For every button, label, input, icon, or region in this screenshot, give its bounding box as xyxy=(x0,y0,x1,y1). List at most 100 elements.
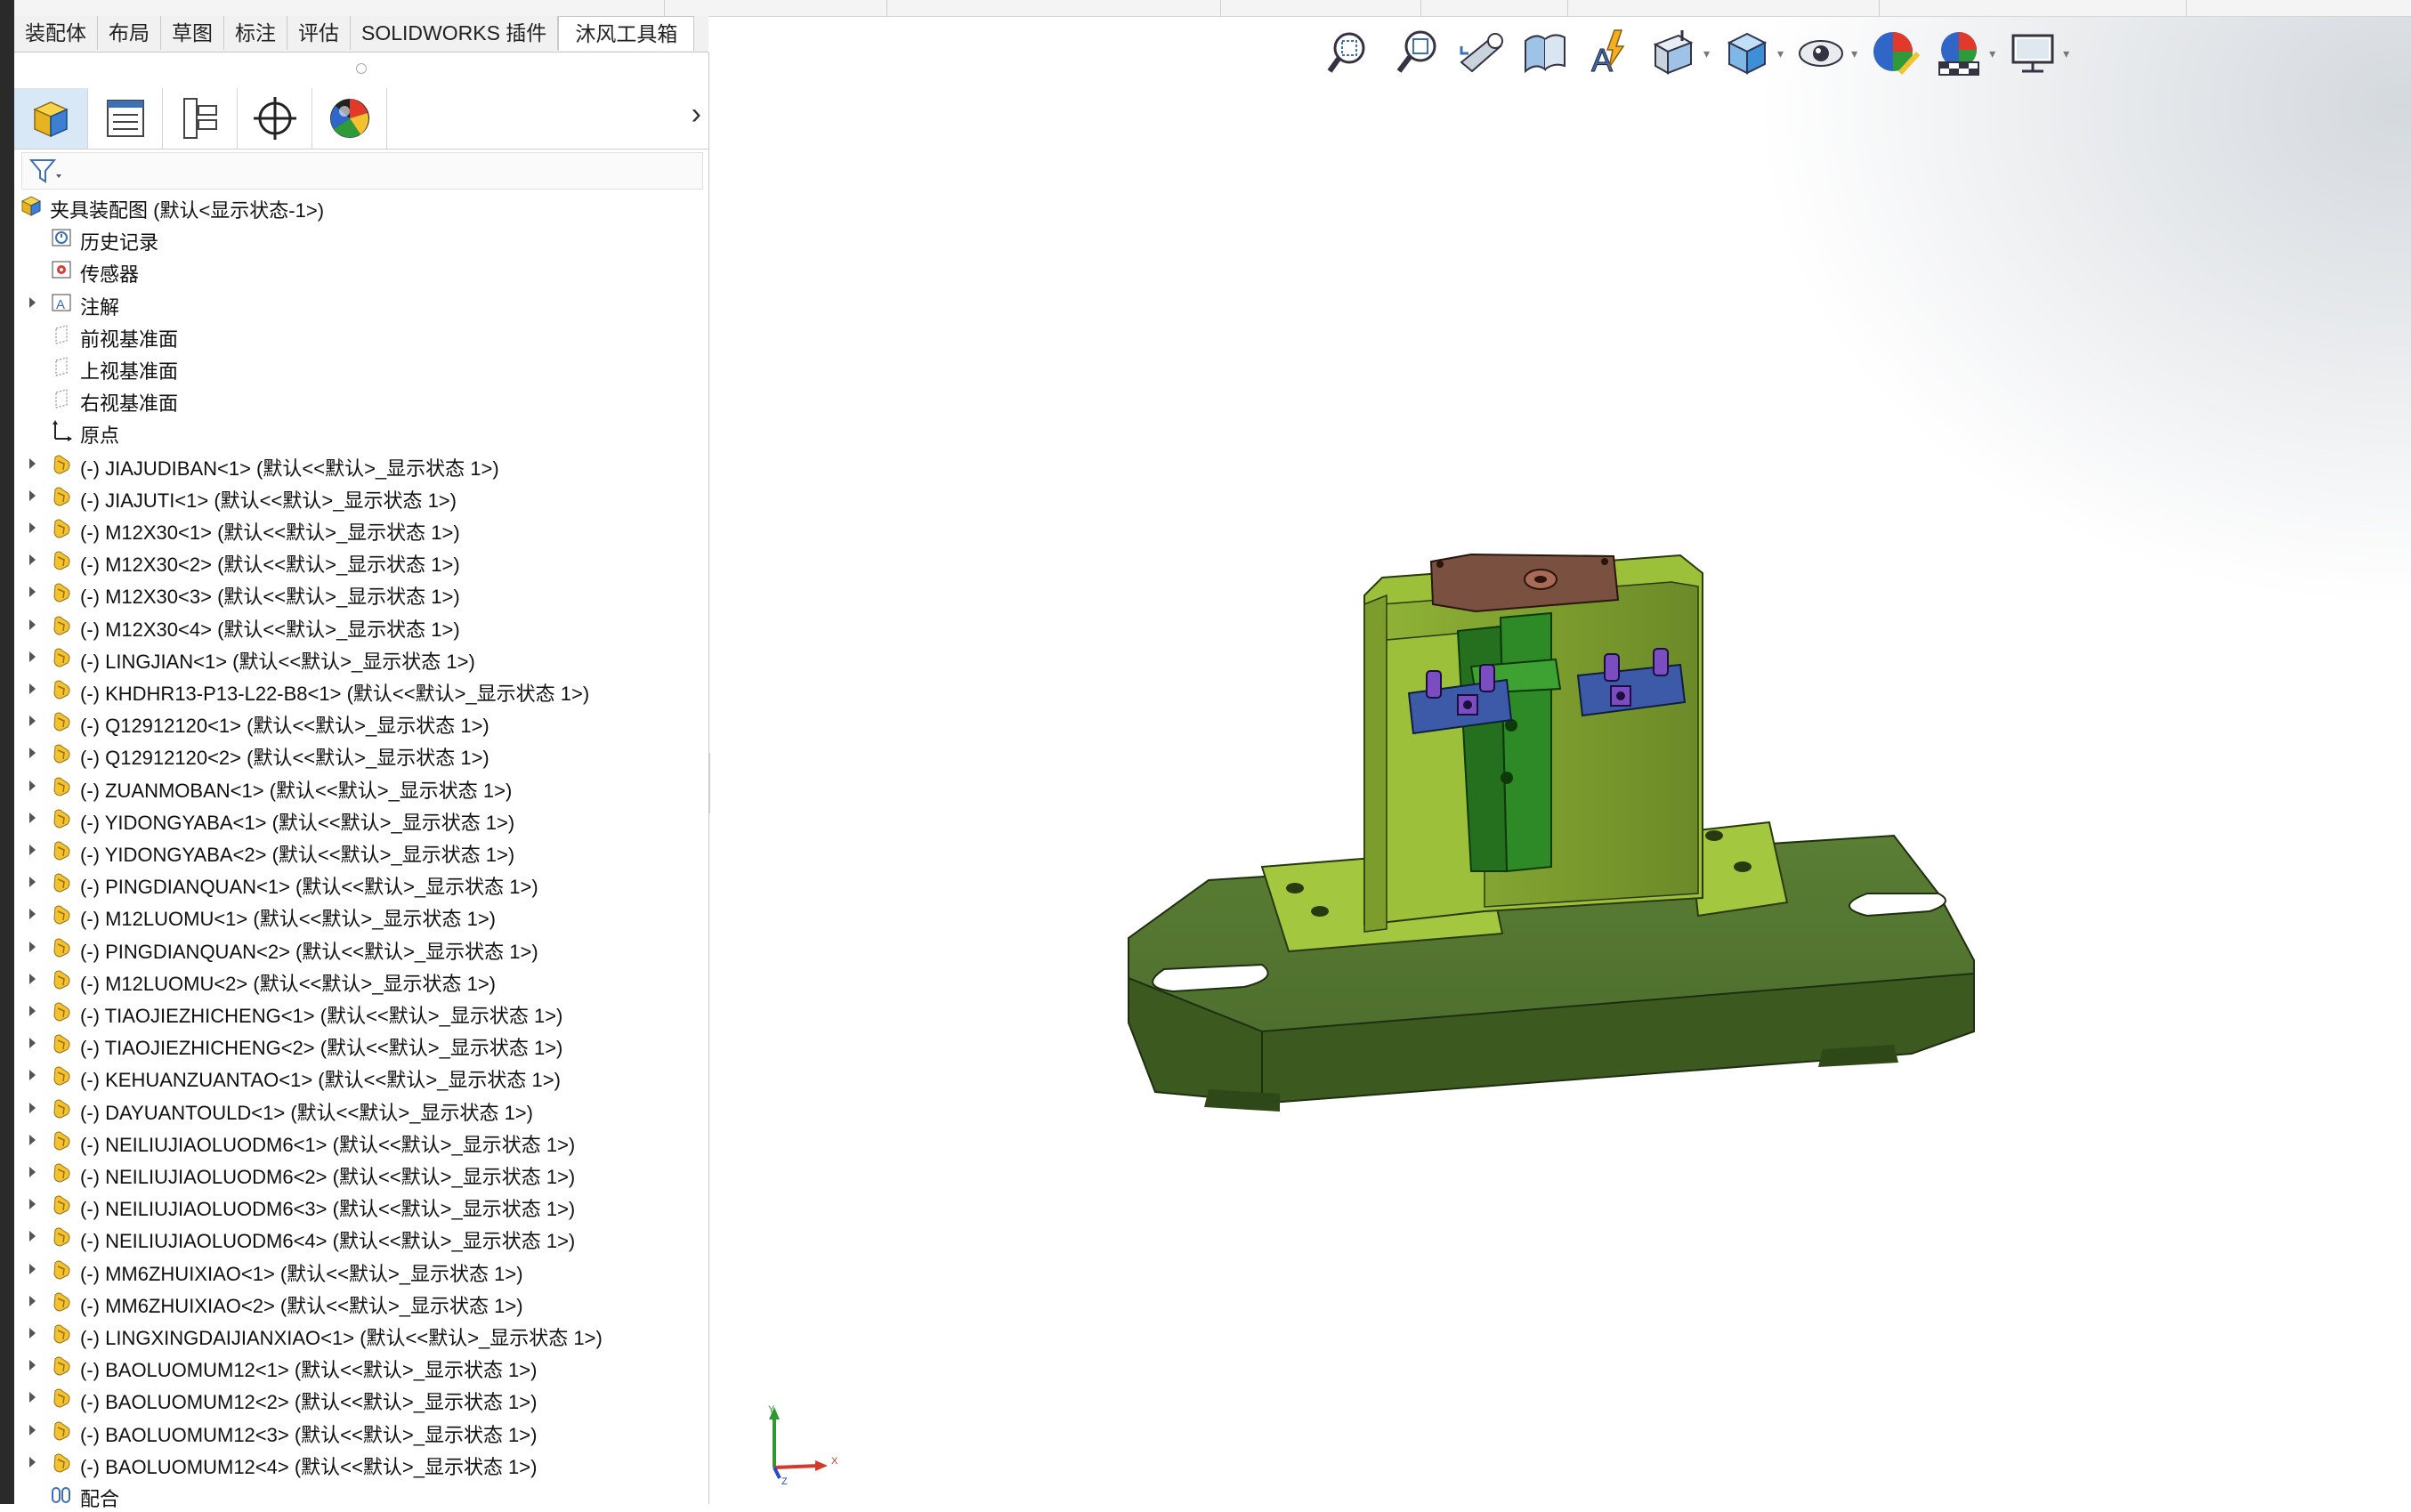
expand-arrow-icon[interactable] xyxy=(29,1295,36,1306)
tab-propertymanager[interactable] xyxy=(89,88,163,149)
tree-item-component[interactable]: (-) BAOLUOMUM12<3> (默认<<默认>_显示状态 1>) xyxy=(14,1414,708,1446)
tab-command-1[interactable]: 布局 xyxy=(98,16,161,50)
expand-arrow-icon[interactable] xyxy=(29,1006,36,1016)
tree-item-component[interactable]: (-) MM6ZHUIXIAO<2> (默认<<默认>_显示状态 1>) xyxy=(14,1285,708,1317)
expand-arrow-icon[interactable] xyxy=(29,554,36,566)
tree-item-component[interactable]: (-) YIDONGYABA<2> (默认<<默认>_显示状态 1>) xyxy=(14,834,708,866)
tree-item-folder[interactable]: 原点 xyxy=(14,415,708,447)
tab-command-4[interactable]: 评估 xyxy=(287,16,351,50)
tree-item-folder[interactable]: 右视基准面 xyxy=(14,383,708,415)
expand-arrow-icon[interactable] xyxy=(29,1328,36,1338)
expand-arrow-icon[interactable] xyxy=(29,973,36,984)
expand-arrow-icon[interactable] xyxy=(29,489,36,501)
expand-arrow-icon[interactable] xyxy=(29,1424,36,1435)
tree-item-component[interactable]: (-) NEILIUJIAOLUODM6<1> (默认<<默认>_显示状态 1>… xyxy=(14,1124,708,1156)
expand-arrow-icon[interactable] xyxy=(29,457,36,469)
tree-item-folder[interactable]: 前视基准面 xyxy=(14,319,708,351)
part-icon xyxy=(50,1386,73,1409)
tree-item-label: (-) M12LUOMU<2> (默认<<默认>_显示状态 1>) xyxy=(80,972,497,995)
expand-arrow-icon[interactable] xyxy=(29,1038,36,1049)
tree-item-label: (-) NEILIUJIAOLUODM6<2> (默认<<默认>_显示状态 1>… xyxy=(80,1166,576,1188)
tree-item-component[interactable]: (-) DAYUANTOULD<1> (默认<<默认>_显示状态 1>) xyxy=(14,1092,708,1124)
expand-arrow-icon[interactable] xyxy=(29,296,36,308)
tree-item-component[interactable]: (-) KEHUANZUANTAO<1> (默认<<默认>_显示状态 1>) xyxy=(14,1059,708,1091)
tree-item-component[interactable]: (-) Q12912120<1> (默认<<默认>_显示状态 1>) xyxy=(14,705,708,737)
triad-x-label: X xyxy=(831,1456,838,1467)
expand-arrow-icon[interactable] xyxy=(29,522,36,533)
expand-arrow-icon[interactable] xyxy=(29,651,36,662)
part-icon xyxy=(50,1096,73,1120)
tree-root-assembly[interactable]: 夹具装配图 (默认<显示状态-1>) xyxy=(14,190,708,222)
expand-arrow-icon[interactable] xyxy=(29,1102,36,1113)
tab-command-2[interactable]: 草图 xyxy=(161,16,224,50)
tree-item-component[interactable]: (-) KHDHR13-P13-L22-B8<1> (默认<<默认>_显示状态 … xyxy=(14,673,708,705)
tree-item-component[interactable]: (-) M12LUOMU<1> (默认<<默认>_显示状态 1>) xyxy=(14,898,708,930)
expand-arrow-icon[interactable] xyxy=(29,1231,36,1242)
tree-item-component[interactable]: (-) BAOLUOMUM12<2> (默认<<默认>_显示状态 1>) xyxy=(14,1381,708,1413)
tree-item-component[interactable]: (-) NEILIUJIAOLUODM6<4> (默认<<默认>_显示状态 1>… xyxy=(14,1220,708,1252)
tab-dimxpert[interactable] xyxy=(239,88,312,149)
tree-item-mates[interactable]: 配合 xyxy=(14,1478,708,1510)
tree-item-component[interactable]: (-) LINGXINGDAIJIANXIAO<1> (默认<<默认>_显示状态… xyxy=(14,1317,708,1349)
tree-item-folder[interactable]: A 注解 xyxy=(14,287,708,319)
expand-arrow-icon[interactable] xyxy=(29,1134,36,1145)
expand-arrow-icon[interactable] xyxy=(29,716,36,727)
expand-arrow-icon[interactable] xyxy=(29,586,36,598)
expand-arrow-icon[interactable] xyxy=(29,619,36,630)
tree-item-component[interactable]: (-) PINGDIANQUAN<1> (默认<<默认>_显示状态 1>) xyxy=(14,866,708,898)
graphics-area[interactable]: A ▾ ▾ ▾ ▾ ▾ Y X Z xyxy=(710,17,2411,1504)
tree-item-component[interactable]: (-) M12X30<2> (默认<<默认>_显示状态 1>) xyxy=(14,544,708,576)
tree-item-component[interactable]: (-) JIAJUDIBAN<1> (默认<<默认>_显示状态 1>) xyxy=(14,448,708,480)
tab-featuremanager[interactable] xyxy=(14,88,88,149)
tab-display-manager[interactable] xyxy=(313,88,387,149)
tree-item-component[interactable]: (-) M12X30<4> (默认<<默认>_显示状态 1>) xyxy=(14,609,708,641)
tree-item-folder[interactable]: 上视基准面 xyxy=(14,351,708,383)
tree-item-component[interactable]: (-) M12X30<3> (默认<<默认>_显示状态 1>) xyxy=(14,576,708,608)
fixture-assembly-model[interactable] xyxy=(710,17,2411,1504)
tree-item-component[interactable]: (-) MM6ZHUIXIAO<1> (默认<<默认>_显示状态 1>) xyxy=(14,1253,708,1285)
panel-grip[interactable] xyxy=(356,63,367,74)
tree-item-component[interactable]: (-) LINGJIAN<1> (默认<<默认>_显示状态 1>) xyxy=(14,641,708,673)
tab-configurationmanager[interactable] xyxy=(164,88,238,149)
expand-arrow-icon[interactable] xyxy=(29,1392,36,1403)
tree-item-component[interactable]: (-) M12X30<1> (默认<<默认>_显示状态 1>) xyxy=(14,512,708,544)
expand-arrow-icon[interactable] xyxy=(29,1167,36,1177)
tree-item-component[interactable]: (-) NEILIUJIAOLUODM6<3> (默认<<默认>_显示状态 1>… xyxy=(14,1188,708,1220)
expand-arrow-icon[interactable] xyxy=(29,683,36,694)
tree-item-component[interactable]: (-) TIAOJIEZHICHENG<1> (默认<<默认>_显示状态 1>) xyxy=(14,995,708,1027)
expand-arrow-icon[interactable] xyxy=(29,909,36,920)
tree-item-component[interactable]: (-) BAOLUOMUM12<4> (默认<<默认>_显示状态 1>) xyxy=(14,1446,708,1478)
expand-arrow-icon[interactable] xyxy=(29,941,36,952)
tab-command-5[interactable]: SOLIDWORKS 插件 xyxy=(351,16,559,50)
tree-item-label: (-) M12X30<2> (默认<<默认>_显示状态 1>) xyxy=(80,554,460,577)
tree-item-component[interactable]: (-) BAOLUOMUM12<1> (默认<<默认>_显示状态 1>) xyxy=(14,1349,708,1381)
more-tabs-button[interactable]: › xyxy=(692,97,701,132)
expand-arrow-icon[interactable] xyxy=(29,1199,36,1210)
expand-arrow-icon[interactable] xyxy=(29,877,36,888)
featuremanager-tree-icon xyxy=(33,101,69,138)
expand-arrow-icon[interactable] xyxy=(29,845,36,855)
tab-command-0[interactable]: 装配体 xyxy=(14,16,98,50)
expand-arrow-icon[interactable] xyxy=(29,1360,36,1371)
tree-item-folder[interactable]: 传感器 xyxy=(14,254,708,286)
expand-arrow-icon[interactable] xyxy=(29,748,36,759)
expand-arrow-icon[interactable] xyxy=(29,812,36,823)
tree-item-label: (-) YIDONGYABA<2> (默认<<默认>_显示状态 1>) xyxy=(80,844,515,866)
tree-item-component[interactable]: (-) ZUANMOBAN<1> (默认<<默认>_显示状态 1>) xyxy=(14,770,708,802)
tree-item-component[interactable]: (-) YIDONGYABA<1> (默认<<默认>_显示状态 1>) xyxy=(14,802,708,834)
expand-arrow-icon[interactable] xyxy=(29,780,36,791)
tree-item-component[interactable]: (-) Q12912120<2> (默认<<默认>_显示状态 1>) xyxy=(14,737,708,769)
part-icon xyxy=(50,677,73,700)
tree-item-component[interactable]: (-) JIAJUTI<1> (默认<<默认>_显示状态 1>) xyxy=(14,480,708,512)
tree-item-component[interactable]: (-) TIAOJIEZHICHENG<2> (默认<<默认>_显示状态 1>) xyxy=(14,1027,708,1059)
tab-command-3[interactable]: 标注 xyxy=(224,16,287,50)
expand-arrow-icon[interactable] xyxy=(29,1263,36,1274)
tree-filter-bar[interactable] xyxy=(21,152,703,190)
tab-command-6[interactable]: 沐风工具箱 xyxy=(558,16,695,51)
tree-item-folder[interactable]: 历史记录 xyxy=(14,222,708,254)
expand-arrow-icon[interactable] xyxy=(29,1070,36,1081)
tree-item-component[interactable]: (-) M12LUOMU<2> (默认<<默认>_显示状态 1>) xyxy=(14,963,708,995)
tree-item-component[interactable]: (-) PINGDIANQUAN<2> (默认<<默认>_显示状态 1>) xyxy=(14,931,708,963)
expand-arrow-icon[interactable] xyxy=(29,1456,36,1468)
tree-item-component[interactable]: (-) NEILIUJIAOLUODM6<2> (默认<<默认>_显示状态 1>… xyxy=(14,1156,708,1188)
